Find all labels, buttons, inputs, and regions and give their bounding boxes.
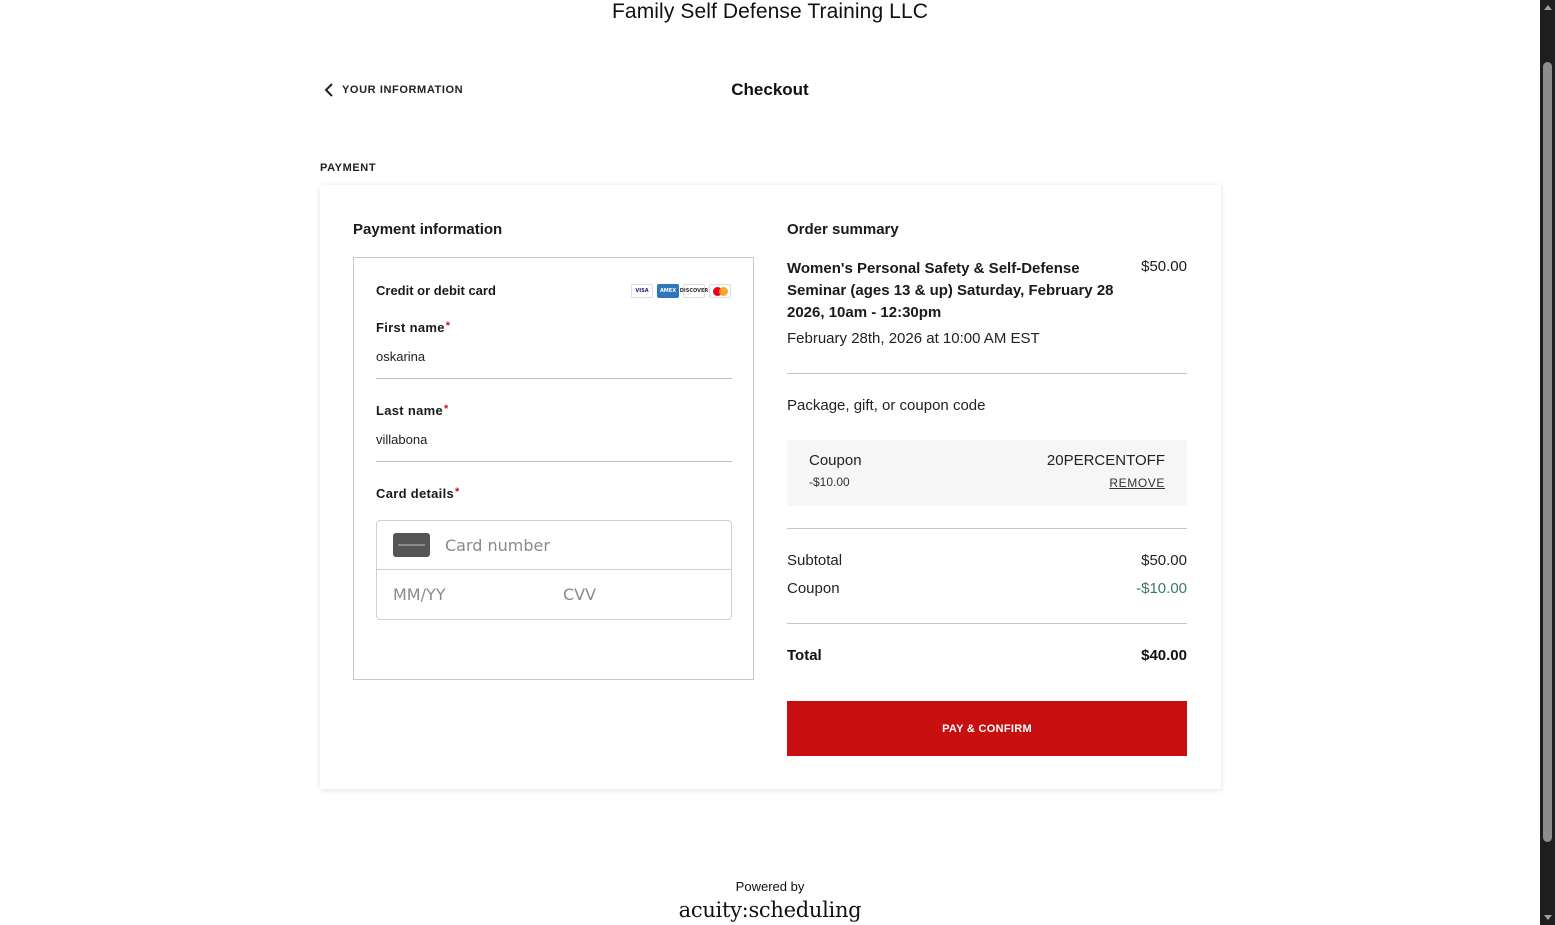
applied-coupon: Coupon -$10.00 20PERCENTOFF REMOVE — [787, 440, 1187, 506]
last-name-label: Last name — [376, 403, 444, 418]
powered-by-label: Powered by — [735, 879, 805, 894]
order-item-datetime: February 28th, 2026 at 10:00 AM EST — [787, 330, 1040, 347]
coupon-prompt: Package, gift, or coupon code — [787, 397, 986, 414]
pay-and-confirm-button[interactable]: PAY & CONFIRM — [787, 701, 1187, 756]
total-row: Total $40.00 — [787, 647, 1187, 664]
amex-icon: AMEX — [657, 284, 679, 298]
subtotal-label: Subtotal — [787, 552, 843, 569]
coupon-label: Coupon — [809, 452, 862, 469]
first-name-input[interactable]: oskarina — [376, 349, 732, 379]
required-marker: * — [445, 320, 451, 332]
coupon-line-value: -$10.00 — [1136, 580, 1187, 597]
subtotal-value: $50.00 — [1141, 552, 1187, 569]
total-label: Total — [787, 647, 822, 664]
scroll-up-arrow-icon[interactable] — [1544, 5, 1552, 10]
last-name-input[interactable]: villabona — [376, 432, 732, 462]
coupon-line-label: Coupon — [787, 580, 840, 597]
payment-form: Credit or debit card VISA AMEX DISCOVER … — [353, 257, 754, 680]
subtotal-row: Subtotal $50.00 — [787, 552, 1187, 569]
business-name: Family Self Defense Training LLC — [611, 0, 928, 23]
payment-information-title: Payment information — [353, 221, 503, 238]
coupon-code: 20PERCENTOFF — [1046, 452, 1165, 469]
card-number-placeholder: Card number — [445, 535, 550, 555]
discover-icon: DISCOVER — [680, 284, 708, 298]
last-name-field[interactable]: Last name* villabona — [376, 403, 732, 462]
card-brands: VISA AMEX DISCOVER — [631, 284, 731, 298]
visa-icon: VISA — [631, 284, 653, 298]
payment-method-label: Credit or debit card — [376, 283, 496, 298]
order-summary-title: Order summary — [787, 221, 899, 238]
order-item-name: Women's Personal Safety & Self-Defense S… — [787, 260, 1114, 321]
divider — [787, 528, 1187, 529]
first-name-label: First name — [376, 320, 445, 335]
coupon-row: Coupon -$10.00 — [787, 580, 1187, 597]
total-value: $40.00 — [1141, 647, 1187, 664]
checkout-page: Family Self Defense Training LLC YOUR IN… — [0, 0, 1540, 925]
divider — [787, 623, 1187, 624]
credit-card-icon — [393, 533, 430, 557]
card-number-field[interactable]: Card number — [377, 521, 731, 570]
card-details-label: Card details — [376, 486, 455, 501]
scrollbar-thumb[interactable] — [1543, 62, 1552, 842]
order-item-price: $50.00 — [1141, 258, 1187, 275]
section-label-payment: PAYMENT — [320, 162, 377, 174]
vertical-scrollbar[interactable] — [1540, 0, 1555, 925]
coupon-discount-amount: -$10.00 — [809, 475, 850, 489]
divider — [787, 373, 1187, 374]
card-details-heading: Card details* — [376, 486, 732, 501]
mastercard-icon — [709, 284, 731, 298]
scroll-down-arrow-icon[interactable] — [1544, 915, 1552, 920]
required-marker: * — [444, 403, 449, 415]
checkout-card: Payment information Credit or debit card… — [320, 185, 1221, 789]
acuity-scheduling-logo[interactable]: acuity:scheduling — [0, 898, 1540, 922]
required-marker: * — [455, 486, 460, 498]
remove-coupon-link[interactable]: REMOVE — [1109, 476, 1165, 490]
page-title: Checkout — [731, 80, 809, 99]
first-name-field[interactable]: First name* oskarina — [376, 320, 732, 379]
expiry-input[interactable]: MM/YY — [393, 585, 563, 604]
card-details-input: Card number MM/YY CVV — [376, 520, 732, 620]
cvv-input[interactable]: CVV — [563, 585, 596, 604]
